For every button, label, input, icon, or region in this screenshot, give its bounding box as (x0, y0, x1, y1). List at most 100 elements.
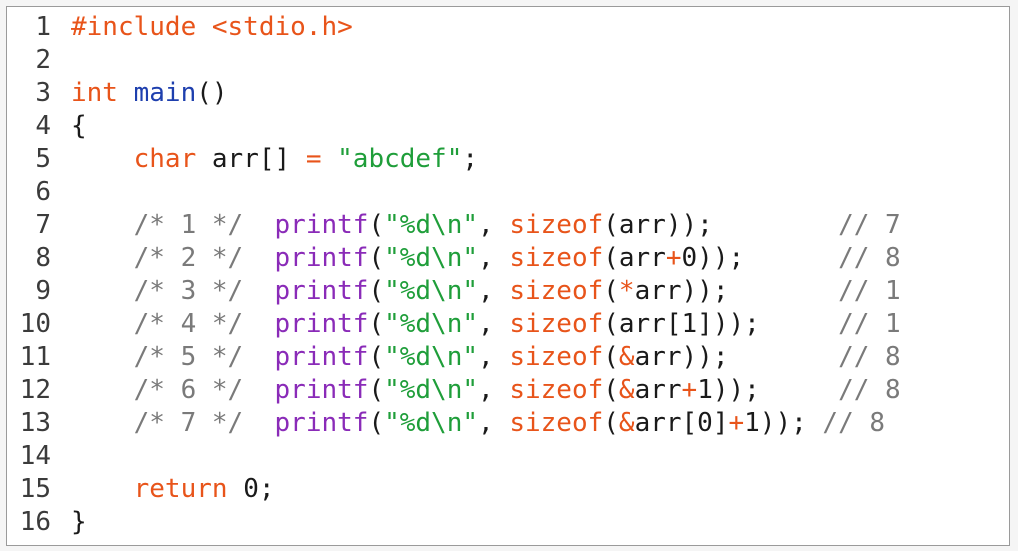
code-line[interactable]: 5 char arr[] = "abcdef"; (7, 143, 1009, 176)
code-token: printf (274, 309, 369, 339)
code-line[interactable]: 1 #include <stdio.h> (7, 11, 1009, 44)
code-token: = (305, 144, 322, 174)
code-token: // 8 (822, 408, 886, 438)
code-line[interactable]: 4{ (7, 110, 1009, 143)
code-token: return (133, 474, 228, 504)
code-token: arr[] (196, 144, 306, 174)
code-token: & (618, 408, 635, 438)
code-area[interactable]: 1 #include <stdio.h> 2 3 int main() 4{5 char … (7, 11, 1009, 539)
code-token: , (478, 408, 510, 438)
code-token: (arr)); (603, 210, 713, 240)
code-token: sizeof (509, 342, 604, 372)
code-line[interactable]: 15 return 0; (7, 473, 1009, 506)
code-token: sizeof (509, 408, 604, 438)
code-line[interactable]: 11 /* 5 */ printf("%d\n", sizeof(&arr));… (7, 341, 1009, 374)
code-token: ( (368, 342, 385, 372)
code-token: "%d\n" (384, 309, 479, 339)
code-token: 0; (227, 474, 275, 504)
code-token: { (71, 111, 87, 141)
code-token: "%d\n" (384, 210, 479, 240)
code-token: "%d\n" (384, 243, 479, 273)
code-token: // 8 (838, 342, 901, 372)
code-token: } (71, 507, 87, 537)
code-token: /* 3 */ (133, 276, 244, 306)
code-token: ( (603, 276, 619, 306)
line-number: 7 (35, 210, 51, 240)
code-token: ; (462, 144, 479, 174)
code-token: , (478, 276, 510, 306)
code-line[interactable]: 14 (7, 440, 1009, 473)
code-token: ( (603, 375, 619, 405)
code-token: // 1 (838, 309, 901, 339)
code-token: "%d\n" (384, 375, 479, 405)
line-number: 11 (19, 342, 51, 372)
code-line[interactable]: 7 /* 1 */ printf("%d\n", sizeof(arr)); /… (7, 209, 1009, 242)
code-line[interactable]: 9 /* 3 */ printf("%d\n", sizeof(*arr)); … (7, 275, 1009, 308)
code-token: /* 6 */ (133, 375, 244, 405)
code-token: /* 1 */ (133, 210, 244, 240)
code-line[interactable]: 6 (7, 176, 1009, 209)
code-token: , (478, 243, 510, 273)
line-number: 6 (35, 177, 51, 207)
code-token: arr)); (634, 342, 729, 372)
code-line[interactable]: 8 /* 2 */ printf("%d\n", sizeof(arr+0));… (7, 242, 1009, 275)
code-line[interactable]: 2 (7, 44, 1009, 77)
line-number: 2 (35, 45, 51, 75)
code-token: main (133, 78, 197, 108)
code-line[interactable]: 10 /* 4 */ printf("%d\n", sizeof(arr[1])… (7, 308, 1009, 341)
code-token: "abcdef" (337, 144, 463, 174)
code-line[interactable]: 3 int main() (7, 77, 1009, 110)
code-line[interactable]: 16} (7, 506, 1009, 539)
code-token: ( (603, 408, 619, 438)
code-token: #include <stdio.h> (71, 12, 353, 42)
code-token: /* 4 */ (133, 309, 244, 339)
code-token: ( (603, 342, 619, 372)
code-token: /* 2 */ (133, 243, 244, 273)
code-token: // 8 (838, 243, 901, 273)
line-number: 13 (19, 408, 51, 438)
code-line[interactable]: 12 /* 6 */ printf("%d\n", sizeof(&arr+1)… (7, 374, 1009, 407)
line-number: 10 (19, 309, 51, 339)
code-token: "%d\n" (384, 342, 479, 372)
code-token: printf (274, 210, 369, 240)
code-token: "%d\n" (384, 276, 479, 306)
code-token: + (728, 408, 745, 438)
code-token: , (478, 210, 510, 240)
line-number: 15 (19, 474, 51, 504)
code-token: & (618, 375, 635, 405)
code-token: 0)); (681, 243, 745, 273)
code-token: printf (274, 243, 369, 273)
line-number: 4 (35, 111, 51, 141)
code-line[interactable]: 13 /* 7 */ printf("%d\n", sizeof(&arr[0]… (7, 407, 1009, 440)
code-token: arr[0] (634, 408, 729, 438)
line-number: 16 (19, 507, 51, 537)
code-token: () (196, 78, 228, 108)
code-token: arr (634, 375, 682, 405)
code-token: , (478, 309, 510, 339)
line-number: 5 (35, 144, 51, 174)
code-token: sizeof (509, 210, 604, 240)
code-token: printf (274, 408, 369, 438)
line-number: 9 (35, 276, 51, 306)
code-token: char (133, 144, 197, 174)
code-token: // 1 (838, 276, 901, 306)
code-token: 1)); (744, 408, 807, 438)
code-token: sizeof (509, 375, 604, 405)
code-token: printf (274, 276, 369, 306)
code-token: + (665, 243, 682, 273)
